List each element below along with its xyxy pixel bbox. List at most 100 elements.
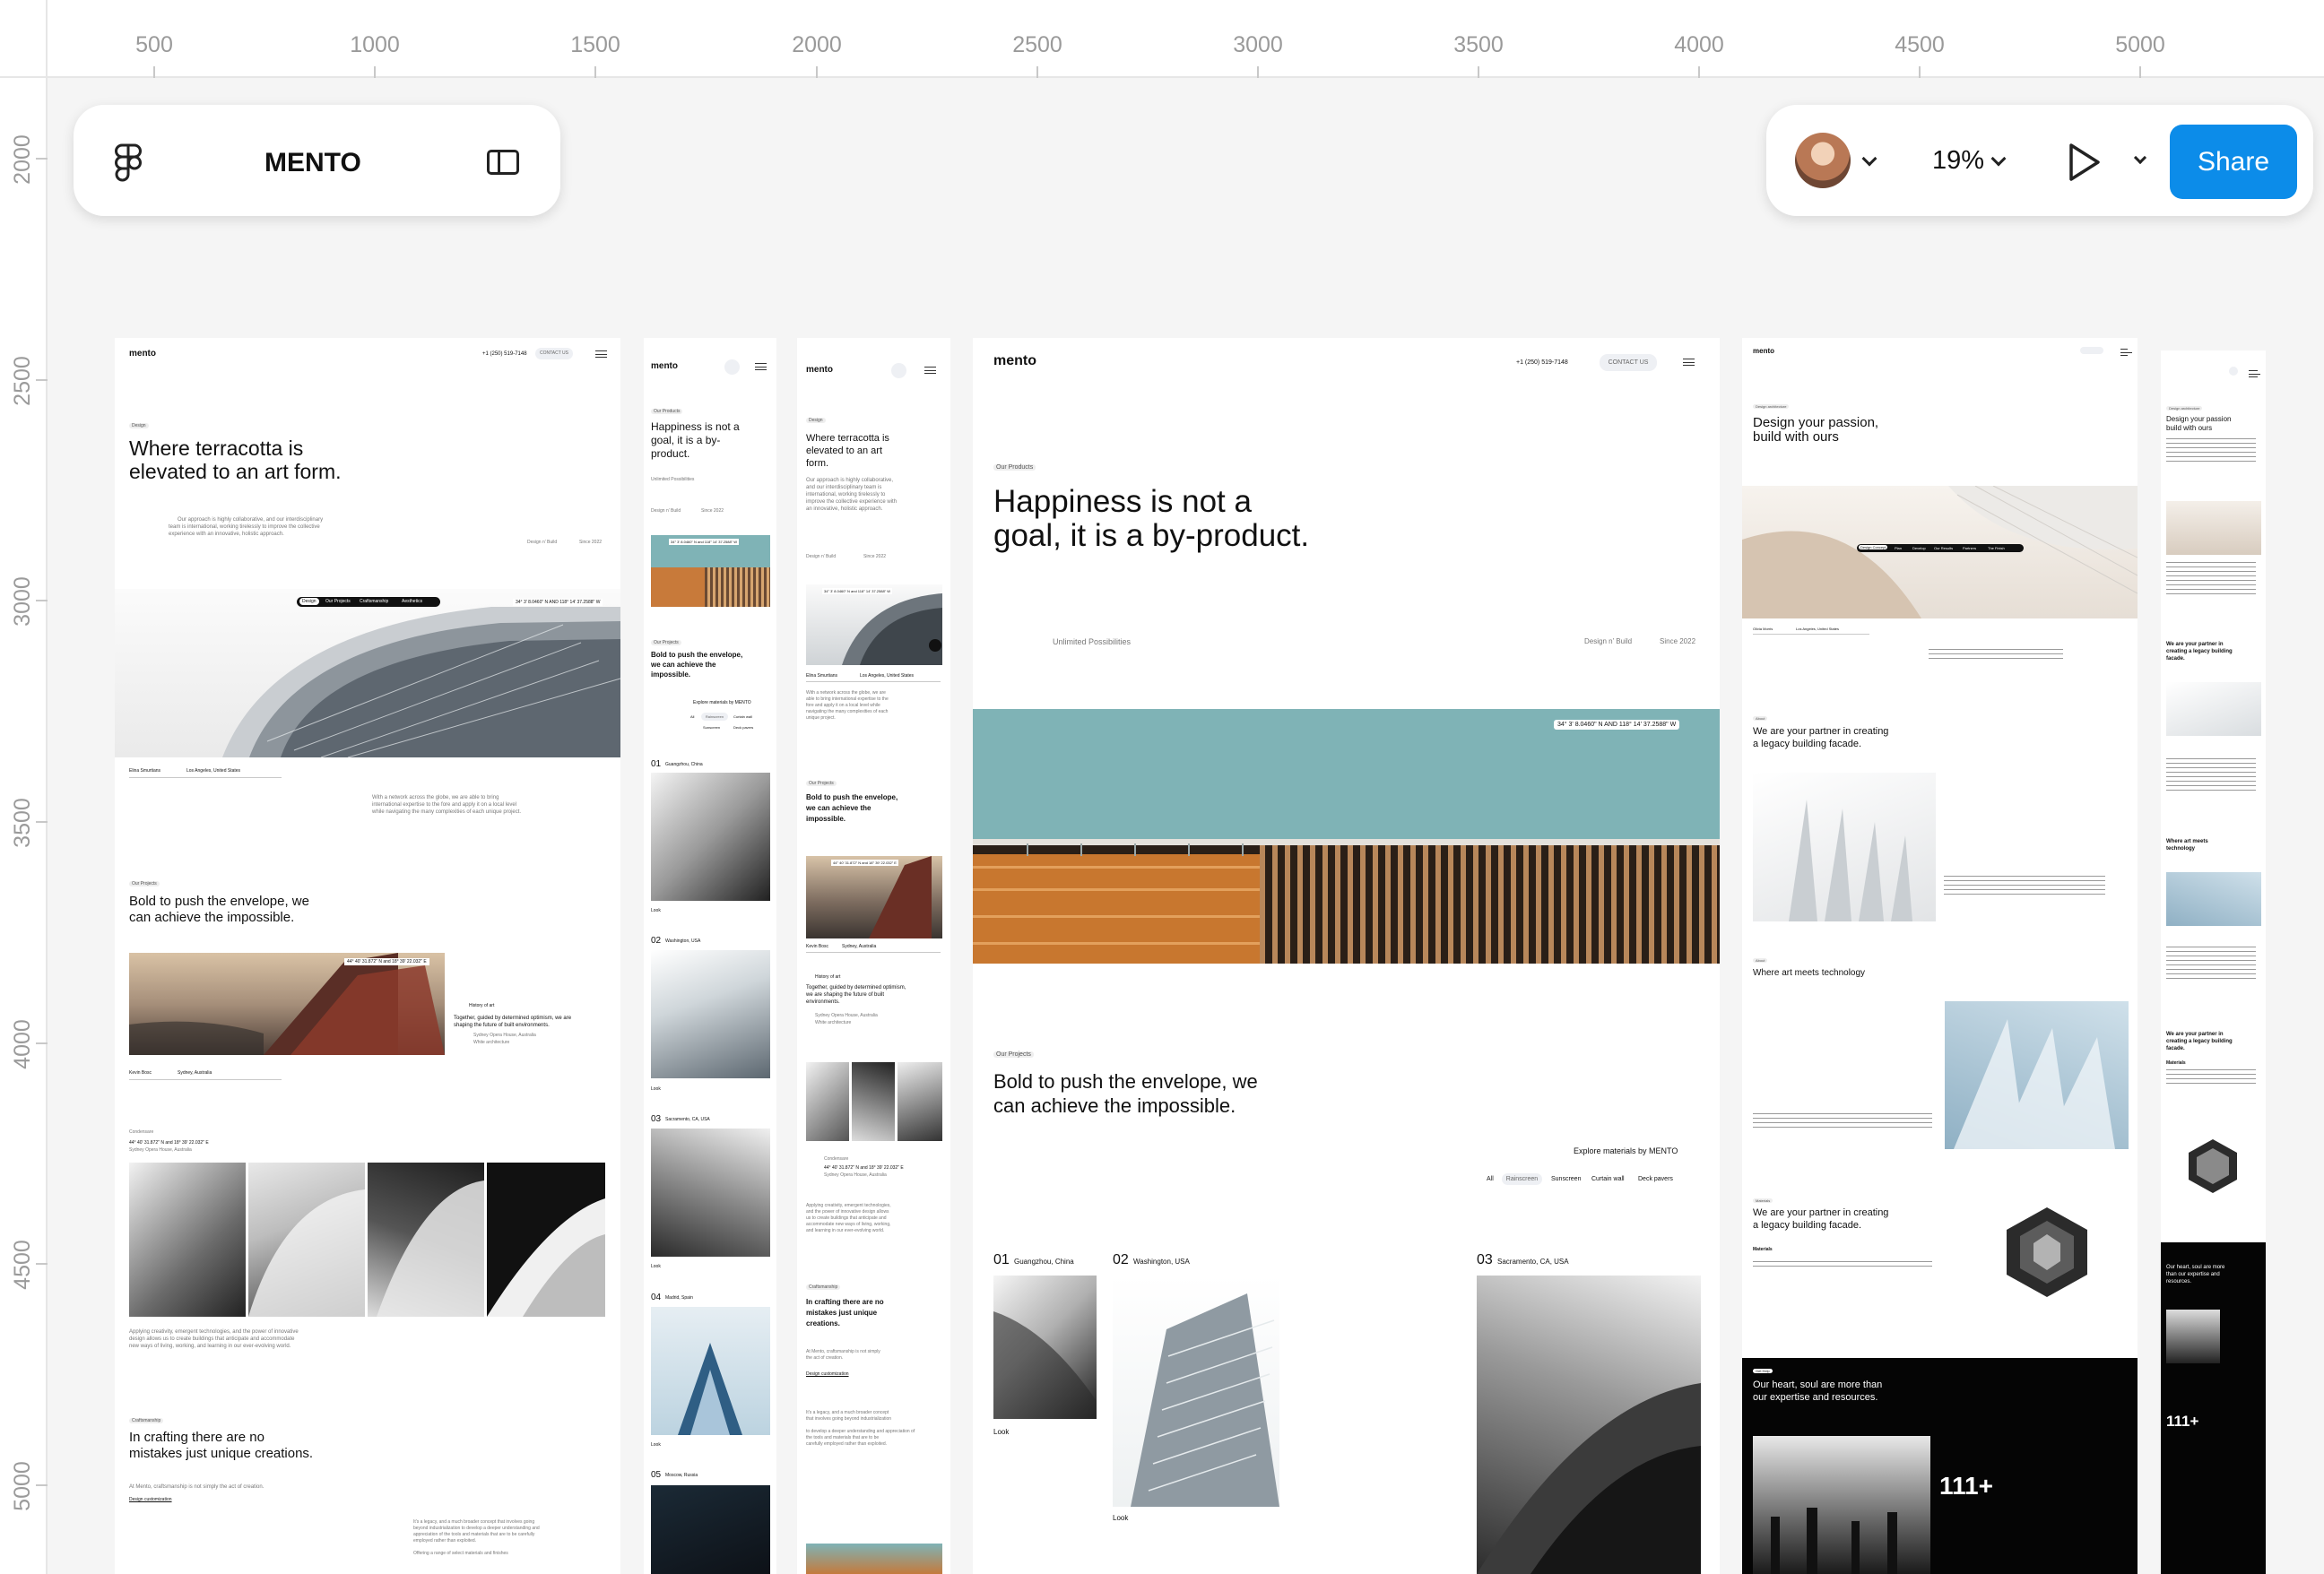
tab-design[interactable]: Design — [299, 598, 319, 605]
filter-chip[interactable]: Rainscreen — [701, 713, 728, 721]
site-logo[interactable]: mento — [1753, 347, 1774, 355]
look-link[interactable]: Look — [651, 1086, 661, 1092]
coordinates-label: 34° 3' 8.0460" N AND 118° 14' 37.2588" W — [513, 599, 603, 606]
project-image[interactable] — [651, 950, 770, 1078]
project-image[interactable] — [651, 1129, 770, 1257]
frame-mobile-products[interactable]: mento Our Products Happiness is not a go… — [644, 338, 776, 1574]
project-number: 05 — [651, 1470, 662, 1480]
site-logo[interactable]: mento — [129, 349, 156, 359]
step-chip[interactable]: Partners — [1963, 546, 1976, 550]
menu-icon[interactable] — [2249, 370, 2260, 377]
section-tag: Get Help — [1753, 1369, 1773, 1373]
sidebar-panel-icon[interactable] — [487, 150, 519, 175]
step-chip[interactable]: Our Results — [1934, 546, 1953, 550]
play-icon[interactable] — [2067, 142, 2103, 183]
filter-chip[interactable]: Deck pavers — [1638, 1176, 1673, 1182]
title-line: product. — [651, 447, 690, 460]
frame-mobile-terracotta[interactable]: mento Design Where terracotta is elevate… — [797, 338, 950, 1574]
document-title[interactable]: MENTO — [264, 148, 361, 178]
zoom-level[interactable]: 19% — [1932, 146, 1984, 176]
filter-chip[interactable]: Curtain wall — [733, 714, 752, 719]
filter-chip[interactable]: Sunscreen — [703, 725, 720, 730]
title-line: our expertise and resources. — [1753, 1392, 1878, 1403]
project-image[interactable] — [651, 1485, 770, 1574]
filter-chip[interactable]: Curtain wall — [1591, 1176, 1625, 1182]
tab-our-projects[interactable]: Our Projects — [325, 599, 351, 604]
history-link[interactable]: History of art — [469, 1003, 494, 1008]
body-text-block — [2166, 758, 2256, 794]
menu-icon[interactable] — [1683, 359, 1695, 366]
ruler-tick: 4500 — [0, 1210, 48, 1318]
figma-logo-icon[interactable] — [115, 143, 142, 185]
step-chip[interactable]: Plan — [1895, 546, 1902, 550]
step-chip[interactable]: Design Concept — [1859, 545, 1888, 549]
contact-button[interactable] — [2080, 347, 2103, 354]
look-link[interactable]: Look — [651, 1264, 661, 1269]
body-text: environments. — [806, 999, 840, 1005]
site-logo[interactable]: mento — [651, 361, 678, 371]
filter-chip[interactable]: Deck pavers — [733, 725, 753, 730]
site-logo[interactable]: mento — [993, 353, 1036, 369]
body-text: international, working tirelessly to — [806, 492, 886, 497]
body-text: improve the collective experience with — [806, 499, 898, 505]
filter-chip[interactable]: All — [1487, 1176, 1494, 1182]
ruler-tick: 2000 — [0, 105, 48, 212]
look-link[interactable]: Look — [993, 1428, 1009, 1436]
divider — [806, 681, 941, 682]
body-text: At Mento, craftsmanship is not simply — [806, 1349, 880, 1354]
menu-icon[interactable] — [2120, 349, 2132, 356]
tab-aesthetics[interactable]: Aesthetics — [402, 599, 422, 604]
filter-chip[interactable]: All — [690, 714, 694, 719]
body-text: to develop a deeper understanding and ap… — [806, 1429, 915, 1434]
project-image[interactable] — [651, 1307, 770, 1435]
big-number: 111+ — [2166, 1413, 2199, 1430]
title-line: facade. — [2166, 656, 2185, 662]
design-canvas[interactable]: 500 1000 1500 2000 2500 3000 3500 4000 4… — [0, 0, 2324, 1574]
next-arrow-button[interactable] — [929, 639, 941, 652]
share-button[interactable]: Share — [2170, 125, 2297, 199]
frame-desktop-design[interactable]: mento Design architecture Design your pa… — [1742, 338, 2138, 1574]
contact-button[interactable]: CONTACT US — [535, 348, 573, 359]
craft-link[interactable]: Design customization — [129, 1497, 172, 1502]
phone-number[interactable]: +1 (250) 519-7148 — [1516, 359, 1568, 366]
ruler-tick: 4000 — [1645, 0, 1753, 78]
project-image[interactable] — [1477, 1276, 1701, 1574]
history-link[interactable]: History of art — [815, 974, 840, 980]
user-avatar[interactable] — [1795, 133, 1851, 188]
phone-icon[interactable] — [891, 363, 906, 378]
hero-title-line: elevated to an art form. — [129, 460, 342, 483]
title-line: creations. — [806, 1319, 840, 1328]
frame-mobile-design[interactable]: Design architecture Design your passion … — [2161, 350, 2266, 1574]
title-line: mistakes just unique — [806, 1309, 878, 1317]
menu-icon[interactable] — [595, 350, 607, 358]
section-tag: Our Projects — [651, 640, 681, 645]
caption: Design n’ Build — [1584, 637, 1633, 645]
project-image[interactable] — [1113, 1276, 1279, 1507]
phone-icon[interactable] — [724, 359, 740, 375]
body-text: us to create buildings that anticipate a… — [806, 1215, 887, 1221]
menu-icon[interactable] — [924, 367, 936, 374]
filter-chip[interactable]: Sunscreen — [1551, 1176, 1581, 1182]
menu-icon[interactable] — [755, 363, 767, 370]
frame-desktop-terracotta[interactable]: mento +1 (250) 519-7148 CONTACT US Desig… — [115, 338, 620, 1574]
section-title-line: mistakes just unique creations. — [129, 1446, 314, 1461]
site-logo[interactable]: mento — [806, 365, 833, 375]
craft-link[interactable]: Design customization — [806, 1371, 849, 1377]
contact-button[interactable]: CONTACT US — [1600, 354, 1657, 371]
look-link[interactable]: Look — [1113, 1514, 1128, 1522]
frame-desktop-products[interactable]: mento +1 (250) 519-7148 CONTACT US Our P… — [973, 338, 1720, 1574]
project-image[interactable] — [993, 1276, 1097, 1419]
body-text-block — [2166, 947, 2256, 982]
filter-chip[interactable]: Rainscreen — [1502, 1173, 1542, 1185]
phone-icon[interactable] — [2229, 367, 2238, 376]
project-number: 03 — [651, 1114, 662, 1124]
look-link[interactable]: Look — [651, 1442, 661, 1448]
project-image[interactable] — [651, 773, 770, 901]
phone-number[interactable]: +1 (250) 519-7148 — [482, 351, 527, 357]
step-chip[interactable]: Develop — [1912, 546, 1926, 550]
tab-craftsmanship[interactable]: Craftsmanship — [360, 599, 388, 604]
look-link[interactable]: Look — [651, 908, 661, 913]
step-chip[interactable]: The Finish — [1988, 546, 2005, 550]
ruler-tick: 3000 — [1204, 0, 1312, 78]
big-number: 111+ — [1939, 1472, 1993, 1500]
